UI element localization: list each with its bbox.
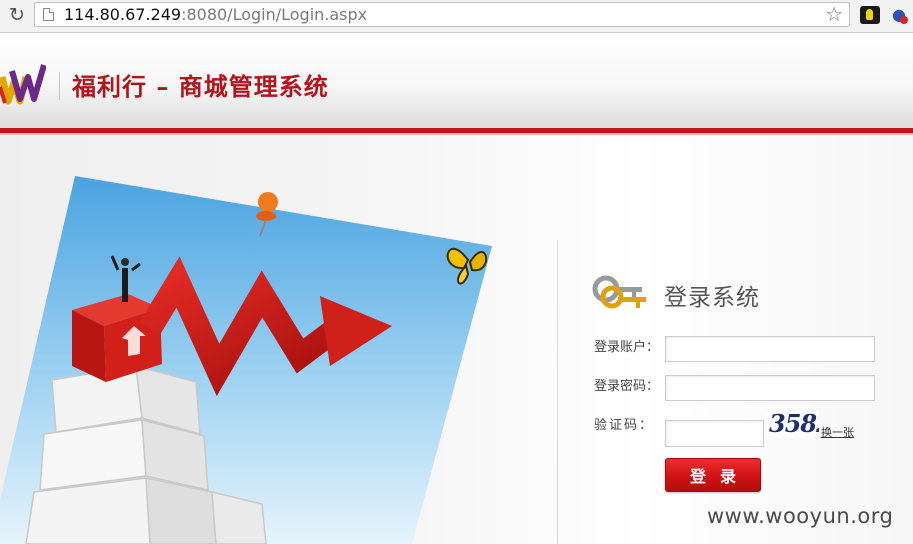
captcha-refresh-link[interactable]: 换一张: [821, 425, 854, 441]
url-text: 114.80.67.249:8080/Login/Login.aspx: [64, 5, 367, 25]
account-label: 登录账户：: [594, 340, 660, 355]
header-divider-shade: [0, 133, 913, 135]
account-input[interactable]: [665, 336, 875, 362]
page-icon: [43, 8, 54, 21]
bookmark-star-icon[interactable]: ☆: [825, 3, 843, 26]
captcha-image-text: 3582: [769, 411, 819, 437]
captcha-label: 验证码：: [594, 418, 655, 433]
password-label: 登录密码：: [594, 379, 660, 394]
extension-icon[interactable]: [860, 6, 880, 24]
login-button[interactable]: 登录: [665, 458, 761, 492]
captcha-image[interactable]: 3582: [767, 411, 819, 437]
watermark: www.wooyun.org: [707, 504, 894, 528]
url-host: 114.80.67.249: [64, 5, 182, 24]
browser-toolbar: ↻ 114.80.67.249:8080/Login/Login.aspx ☆ …: [0, 0, 913, 33]
panel-divider: [557, 240, 558, 544]
url-path: :8080/Login/Login.aspx: [181, 5, 368, 24]
reload-icon[interactable]: ↻: [6, 4, 28, 26]
extension-icon-2[interactable]: ●: [889, 5, 909, 25]
password-input[interactable]: [665, 375, 875, 401]
address-bar[interactable]: 114.80.67.249:8080/Login/Login.aspx ☆: [34, 2, 850, 27]
captcha-input[interactable]: [665, 420, 764, 447]
site-title: 福利行 – 商城管理系统: [72, 72, 329, 101]
login-title: 登录系统: [664, 285, 760, 311]
logo-icon: [0, 64, 46, 105]
hero-illustration: [0, 176, 492, 544]
keys-icon: [592, 275, 646, 309]
logo-divider: [59, 72, 60, 100]
